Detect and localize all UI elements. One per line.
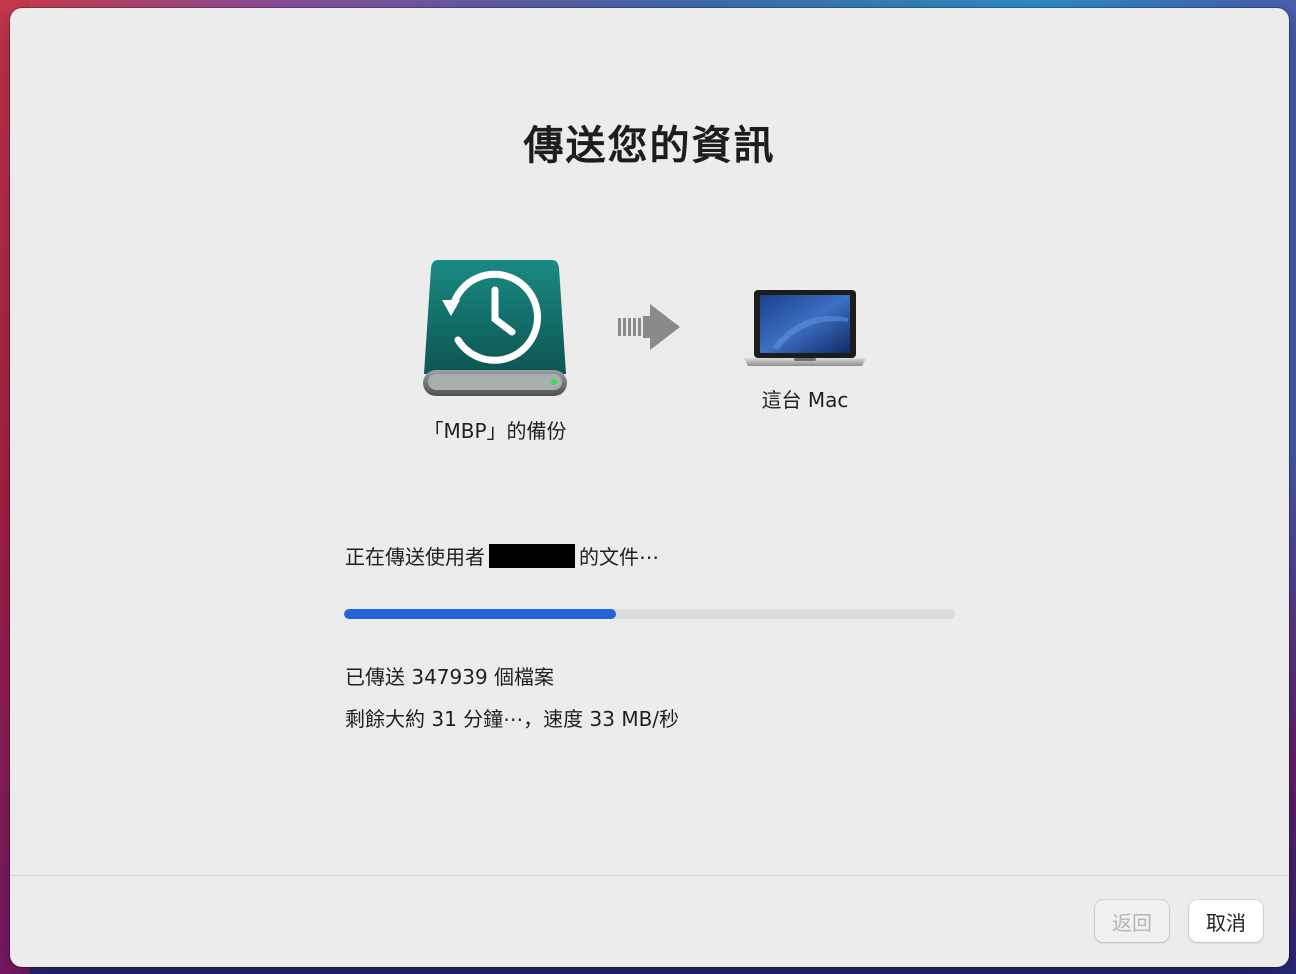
source-device: 「MBP」的備份 <box>390 256 600 444</box>
destination-device-label: 這台 Mac <box>761 388 849 412</box>
transfer-progress-bar <box>344 609 955 619</box>
footer-divider <box>10 875 1289 876</box>
back-button[interactable]: 返回 <box>1095 900 1169 942</box>
transfer-status: 正在傳送使用者 的文件⋯ <box>345 541 659 570</box>
macbook-laptop-icon <box>744 290 866 366</box>
status-prefix: 正在傳送使用者 <box>345 545 485 569</box>
time-remaining: 剩餘大約 31 分鐘⋯，速度 33 MB/秒 <box>345 707 680 731</box>
redacted-username <box>489 543 575 568</box>
destination-device: 這台 Mac <box>715 288 895 413</box>
status-suffix: 的文件⋯ <box>579 545 659 569</box>
migration-assistant-window: 傳送您的資訊 「MBP」的備份 這台 Mac 正在傳送使用者 的文件⋯ 已傳送 … <box>10 8 1289 967</box>
time-machine-drive-icon <box>423 260 567 396</box>
transfer-arrow-icon <box>616 302 682 356</box>
source-device-label: 「MBP」的備份 <box>423 419 567 443</box>
cancel-button[interactable]: 取消 <box>1189 900 1263 942</box>
files-sent-count: 已傳送 347939 個檔案 <box>345 665 555 689</box>
progress-fill <box>344 609 616 619</box>
page-title: 傳送您的資訊 <box>523 123 776 169</box>
